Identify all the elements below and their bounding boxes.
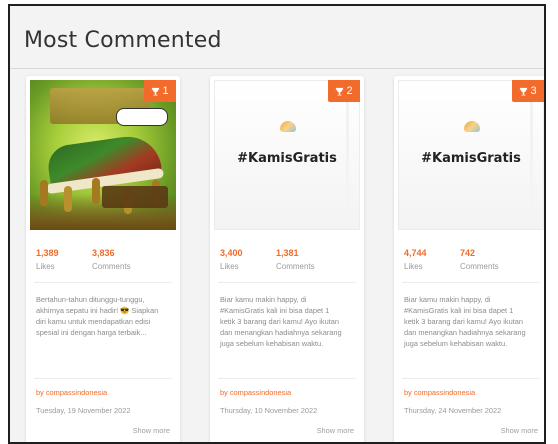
post-card-1[interactable]: 1 1,389 Likes 3,836 Comments Bertahun-ta… — [26, 76, 180, 442]
card-divider — [34, 282, 172, 283]
card-divider — [402, 282, 540, 283]
rank-number: 2 — [346, 85, 353, 97]
comments-stat: 1,381 Comments — [276, 248, 315, 271]
comments-stat: 3,836 Comments — [92, 248, 131, 271]
trophy-icon — [520, 87, 528, 96]
post-card-2[interactable]: #KamisGratis 2 3,400 Likes 1,381 Comment… — [210, 76, 364, 442]
comments-label: Comments — [276, 262, 315, 271]
rank-number: 3 — [530, 85, 537, 97]
post-author-link[interactable]: by compassindonesia — [220, 388, 291, 397]
post-date: Tuesday, 19 November 2022 — [36, 406, 131, 415]
image-caption: #KamisGratis — [237, 151, 337, 166]
post-date: Thursday, 24 November 2022 — [404, 406, 502, 415]
post-excerpt: Bertahun-tahun ditunggu-tunggu, akhirnya… — [36, 295, 159, 337]
brand-logo-icon — [464, 121, 480, 132]
likes-count: 4,744 — [404, 248, 427, 258]
post-image-1[interactable] — [30, 80, 176, 230]
rank-badge: 3 — [512, 80, 544, 102]
likes-stat: 4,744 Likes — [404, 248, 427, 271]
comments-count: 1,381 — [276, 248, 299, 258]
show-more-link[interactable]: Show more — [317, 426, 354, 435]
card-divider — [402, 378, 540, 379]
image-caption: #KamisGratis — [421, 151, 521, 166]
brand-logo-icon — [280, 121, 296, 132]
comments-label: Comments — [92, 262, 131, 271]
post-excerpt: Biar kamu makin happy, di #KamisGratis k… — [220, 295, 342, 348]
card-divider — [218, 378, 356, 379]
comments-count: 742 — [460, 248, 476, 258]
likes-stat: 3,400 Likes — [220, 248, 243, 271]
post-author-link[interactable]: by compassindonesia — [36, 388, 107, 397]
art-tag — [102, 186, 168, 208]
rank-badge: 1 — [144, 80, 176, 102]
post-card-3[interactable]: #KamisGratis 3 4,744 Likes 742 Comments … — [394, 76, 544, 442]
likes-count: 1,389 — [36, 248, 59, 258]
show-more-link[interactable]: Show more — [133, 426, 170, 435]
rank-badge: 2 — [328, 80, 360, 102]
trophy-icon — [336, 87, 344, 96]
art-speech-bubble — [116, 108, 168, 126]
trophy-icon — [152, 87, 160, 96]
section-title: Most Commented — [24, 28, 222, 53]
card-divider — [218, 282, 356, 283]
image-shadow — [346, 95, 349, 215]
title-divider — [10, 68, 544, 69]
card-divider — [34, 378, 172, 379]
rank-number: 1 — [162, 85, 169, 97]
post-excerpt: Biar kamu makin happy, di #KamisGratis k… — [404, 295, 526, 348]
post-author-link[interactable]: by compassindonesia — [404, 388, 475, 397]
show-more-link[interactable]: Show more — [501, 426, 538, 435]
likes-label: Likes — [404, 262, 423, 271]
post-image-3[interactable]: #KamisGratis — [398, 80, 544, 230]
likes-stat: 1,389 Likes — [36, 248, 59, 271]
likes-label: Likes — [36, 262, 55, 271]
comments-stat: 742 Comments — [460, 248, 499, 271]
likes-label: Likes — [220, 262, 239, 271]
likes-count: 3,400 — [220, 248, 243, 258]
post-date: Thursday, 10 November 2022 — [220, 406, 318, 415]
post-image-2[interactable]: #KamisGratis — [214, 80, 360, 230]
most-commented-panel: Most Commented 1 1,389 Likes 3,836 Comme… — [8, 4, 546, 444]
comments-count: 3,836 — [92, 248, 115, 258]
comments-label: Comments — [460, 262, 499, 271]
image-shadow — [530, 95, 533, 215]
